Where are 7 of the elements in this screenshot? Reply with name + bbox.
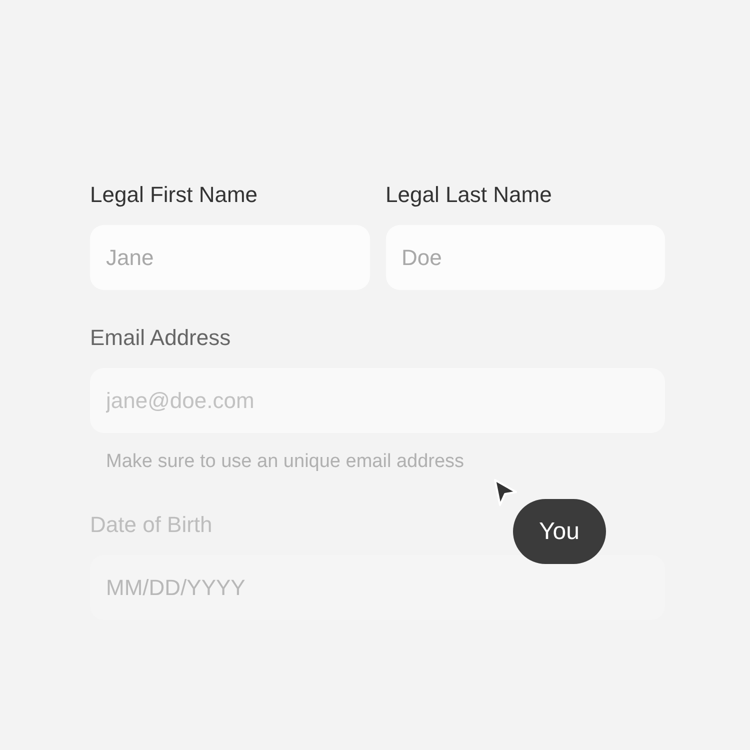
field-label: Legal First Name: [90, 181, 258, 209]
hint-text: Make sure to use an unique email address: [106, 451, 464, 472]
input-field[interactable]: Doe: [386, 225, 665, 290]
pointer-icon: [492, 478, 518, 508]
input-field[interactable]: Jane: [90, 225, 370, 290]
field-label: Legal Last Name: [386, 181, 552, 209]
field-label: Email Address: [90, 324, 231, 352]
